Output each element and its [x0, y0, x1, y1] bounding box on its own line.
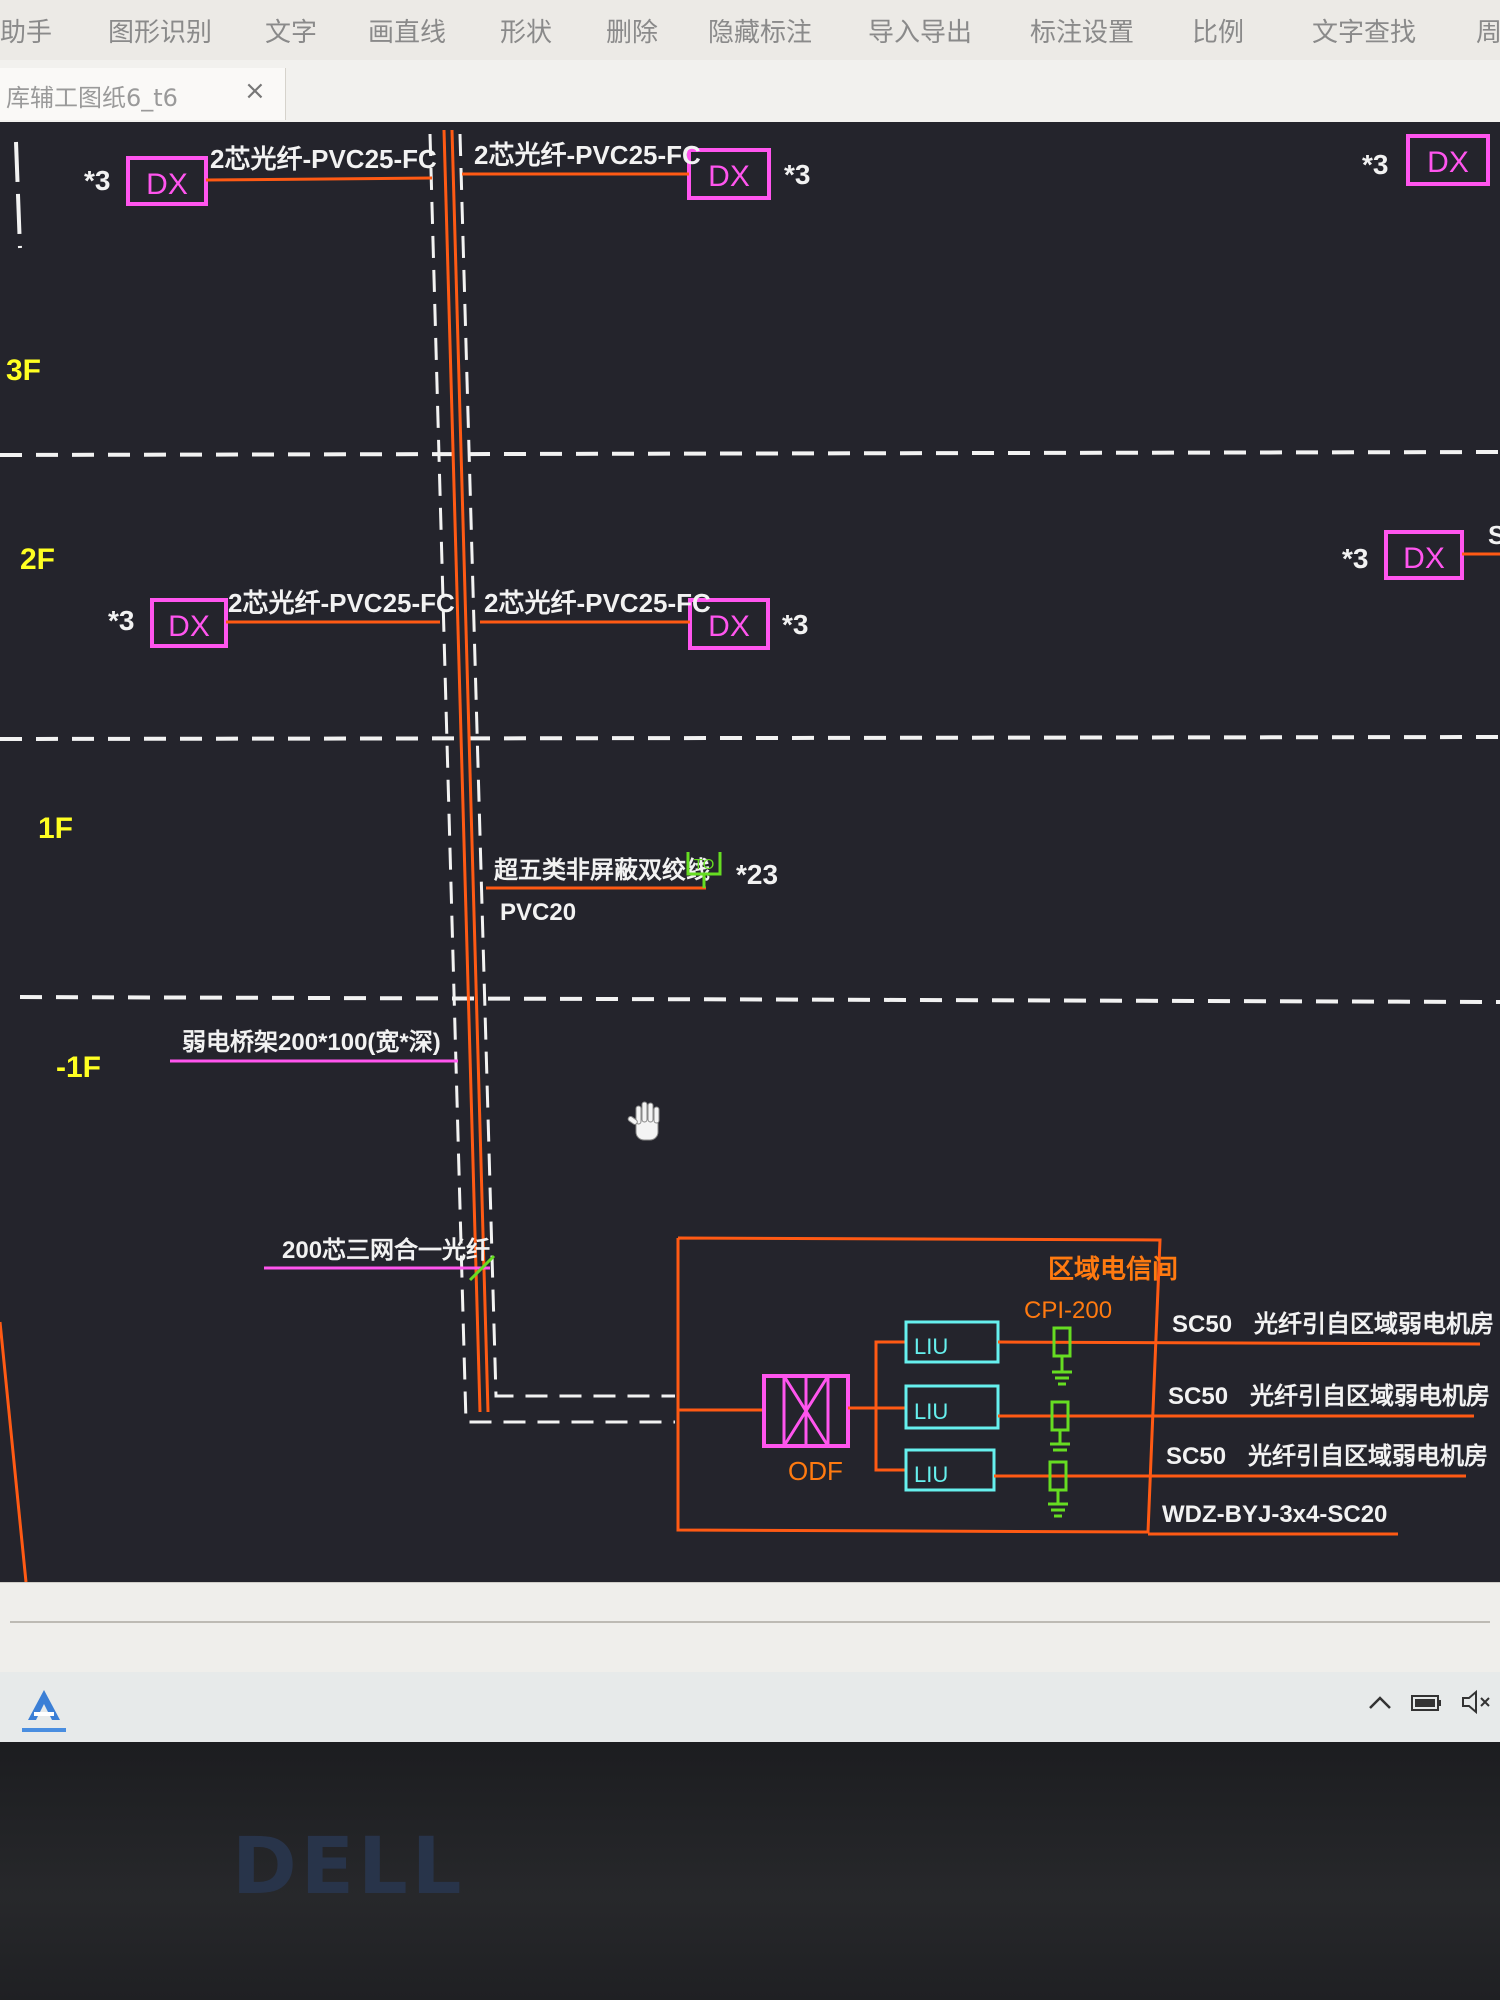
outlet-qty: *3: [84, 165, 110, 196]
cable-label: 2芯光纤-PVC25-FC: [210, 144, 437, 174]
riser-white-dashed-left: [428, 133, 675, 1424]
power-cable-label: WDZ-BYJ-3x4-SC20: [1162, 1501, 1387, 1528]
cad-drawing: 3F 2F 1F -1F DX *3 2芯光纤-PVC25-FC DX *3 2…: [0, 129, 1500, 1582]
cp-label: CPI-200: [1024, 1297, 1112, 1324]
outlet-3f-left: DX *3 2芯光纤-PVC25-FC: [84, 144, 437, 206]
riser-white-dashed-right: [458, 133, 675, 1398]
sc50-label: SC50: [1166, 1443, 1226, 1470]
toolbar: 助手 图形识别 文字 画直线 形状 删除 隐藏标注 导入导出 标注设置 比例 文…: [0, 0, 1500, 61]
taskbar: [0, 1672, 1500, 1742]
toolbar-shape[interactable]: 形状: [500, 12, 552, 49]
document-tab[interactable]: 库辅工图纸6_t6 ×: [0, 68, 286, 120]
edge-label: S: [1488, 520, 1500, 550]
riser-orange-line-2: [450, 129, 490, 1413]
floor-label-1f: 1F: [38, 812, 73, 845]
outlet-label: DX: [708, 160, 750, 193]
riser: [428, 129, 675, 1424]
outlet-3f-right: DX *3 2芯光纤-PVC25-FC: [462, 140, 810, 200]
outlet-qty: *3: [782, 609, 808, 640]
toolbar-delete[interactable]: 删除: [606, 12, 658, 49]
toolbar-shape-recognition[interactable]: 图形识别: [108, 12, 212, 49]
left-edge-orange-line: [0, 1321, 28, 1582]
document-tab-title: 库辅工图纸6_t6: [6, 84, 178, 112]
sc50-label: SC50: [1172, 1311, 1232, 1338]
trunk-fiber-label: 200芯三网合一光纤: [282, 1236, 490, 1264]
floor-separators: [0, 450, 1500, 1004]
liu-box: LIU: [904, 1384, 1000, 1430]
outlet-qty: *3: [108, 605, 134, 636]
outlet-label: DX: [1403, 542, 1445, 575]
hand-cursor-icon: [627, 1101, 660, 1141]
cable-label-pvc20: PVC20: [500, 899, 576, 926]
telecom-room: 区域电信间 CPI-200 ODF LIU LIU LIU SC50 光纤引自区…: [676, 1236, 1494, 1536]
outlet-qty: *3: [1342, 543, 1368, 574]
toolbar-draw-line[interactable]: 画直线: [368, 12, 446, 49]
room-label: 区域电信间: [1048, 1254, 1178, 1284]
dell-logo: DELL: [232, 1822, 466, 1912]
tray-label: 弱电桥架200*100(宽*深): [182, 1028, 441, 1056]
floor-label-2f: 2F: [20, 543, 55, 576]
chevron-up-icon[interactable]: [1366, 1688, 1394, 1723]
scrollbar-track[interactable]: [10, 1621, 1490, 1623]
liu-box: LIU: [904, 1320, 1000, 1364]
outlet-2f-far-right: DX *3 S: [1342, 520, 1500, 580]
floor-line-2f-1f: [0, 735, 1500, 741]
monitor-bezel: DELL: [0, 1742, 1500, 2000]
toolbar-annotation-settings[interactable]: 标注设置: [1030, 12, 1134, 49]
outlet-label: DX: [1427, 146, 1469, 179]
floor-label-3f: 3F: [6, 354, 41, 387]
to-symbol-label: TO: [694, 856, 715, 873]
outlet-qty: *3: [784, 159, 810, 190]
fiber-to-room-label: 光纤引自区域弱电机房: [1249, 1382, 1490, 1410]
speaker-muted-icon[interactable]: [1460, 1688, 1494, 1723]
trunk-fiber: 200芯三网合一光纤: [264, 1236, 496, 1282]
outlet-label: DX: [708, 610, 750, 643]
cable-tray: 弱电桥架200*100(宽*深): [170, 1028, 458, 1063]
floor-labels: 3F 2F 1F -1F: [6, 354, 101, 1084]
outlet-qty: *3: [1362, 149, 1388, 180]
outlet-label: DX: [146, 168, 188, 201]
toolbar-cut-off-item[interactable]: 周: [1476, 12, 1500, 49]
fiber-to-room-label: 光纤引自区域弱电机房: [1247, 1442, 1488, 1470]
toolbar-text-find[interactable]: 文字查找: [1312, 12, 1416, 49]
outlet-3f-far-right: DX *3: [1362, 134, 1490, 186]
cable-label: 2芯光纤-PVC25-FC: [474, 140, 701, 170]
cable-label: 2芯光纤-PVC25-FC: [484, 588, 711, 618]
odf-label: ODF: [788, 1456, 843, 1486]
floor-line-1f-b1: [19, 995, 1500, 1004]
cable-label: 2芯光纤-PVC25-FC: [228, 588, 455, 618]
outlet-2f-left: DX *3 2芯光纤-PVC25-FC: [108, 588, 455, 648]
toolbar-text[interactable]: 文字: [265, 12, 317, 49]
to-outlet-1f: 超五类非屏蔽双绞线 PVC20 TO *23: [486, 852, 778, 926]
liu-label: LIU: [914, 1462, 948, 1487]
riser-orange-line-1: [442, 129, 482, 1413]
cad-app-icon[interactable]: [22, 1684, 66, 1732]
battery-icon[interactable]: [1410, 1688, 1444, 1723]
toolbar-scale[interactable]: 比例: [1192, 12, 1244, 49]
liu-box: LIU: [904, 1448, 996, 1492]
cable-label-twisted-pair: 超五类非屏蔽双绞线: [494, 856, 710, 884]
outlet-qty: *23: [736, 859, 778, 890]
toolbar-helper[interactable]: 助手: [0, 12, 52, 49]
odf-symbol: [762, 1374, 850, 1448]
outlet-2f-right: DX *3 2芯光纤-PVC25-FC: [480, 588, 808, 650]
toolbar-hide-annotation[interactable]: 隐藏标注: [708, 12, 812, 49]
fiber-to-room-label: 光纤引自区域弱电机房: [1253, 1310, 1494, 1338]
close-icon[interactable]: ×: [244, 76, 266, 106]
horizontal-scrollbar[interactable]: [0, 1582, 1500, 1673]
toolbar-import-export[interactable]: 导入导出: [868, 12, 972, 49]
drawing-canvas[interactable]: 3F 2F 1F -1F DX *3 2芯光纤-PVC25-FC DX *3 2…: [0, 122, 1500, 1582]
surge-protector-symbols: [1048, 1326, 1072, 1518]
outlet-label: DX: [168, 610, 210, 643]
liu-label: LIU: [914, 1399, 948, 1424]
sc50-label: SC50: [1168, 1383, 1228, 1410]
liu-label: LIU: [914, 1334, 948, 1359]
floor-label-b1: -1F: [56, 1051, 101, 1084]
tab-bar: 库辅工图纸6_t6 ×: [0, 60, 1500, 122]
floor-line-3f-2f: [0, 450, 1500, 457]
left-edge-line: [14, 141, 22, 249]
